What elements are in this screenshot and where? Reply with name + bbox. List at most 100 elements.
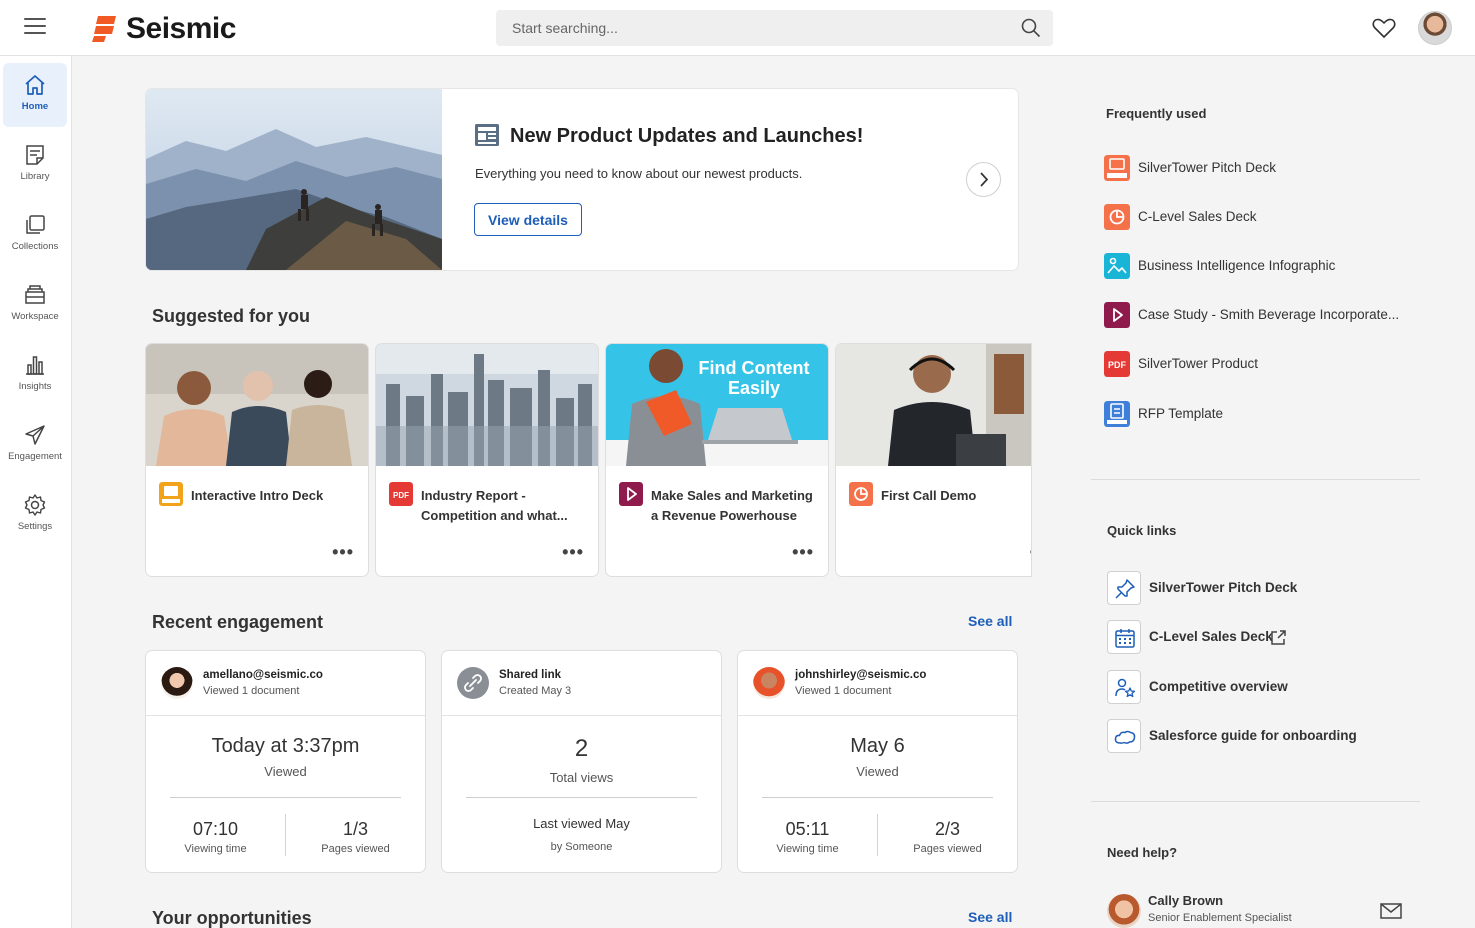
engagement-user-name: amellano@seismic.co (203, 669, 323, 681)
frequent-item[interactable]: PDF SilverTower Product (1104, 351, 1424, 377)
opportunities-title: Your opportunities (152, 908, 312, 928)
sidebar-item-workspace[interactable]: Workspace (3, 273, 67, 337)
quick-link-icon-box (1107, 571, 1141, 605)
hero-next-button[interactable] (966, 162, 1001, 197)
newspaper-icon (475, 124, 499, 146)
opportunities-see-all-link[interactable]: See all (968, 909, 1012, 925)
brand-logo[interactable]: Seismic (92, 12, 236, 46)
quick-links-title: Quick links (1107, 523, 1177, 538)
search-bar[interactable] (496, 10, 1053, 46)
mail-icon[interactable] (1380, 903, 1402, 919)
sidebar-item-insights[interactable]: Insights (3, 343, 67, 407)
more-options-icon[interactable]: ••• (562, 542, 584, 563)
user-avatar[interactable] (1418, 11, 1452, 45)
recent-engagement-title: Recent engagement (152, 612, 324, 632)
sidebar-item-label: Settings (17, 521, 53, 532)
suggested-title: Suggested for you (152, 306, 311, 326)
frequent-item-label: Business Intelligence Infographic (1138, 258, 1336, 273)
engagement-card[interactable]: amellano@seismic.co Viewed 1 document To… (146, 651, 425, 872)
sidebar-item-label: Home (21, 101, 49, 112)
frequent-item-label: RFP Template (1138, 406, 1224, 421)
frequent-item[interactable]: Case Study - Smith Beverage Incorporate.… (1104, 302, 1424, 328)
collections-icon (26, 215, 45, 234)
brand-name: Seismic (126, 12, 236, 45)
card-thumbnail-image (836, 344, 1031, 466)
insights-icon (26, 356, 44, 375)
quick-link[interactable]: C-Level Sales Deck (1107, 620, 1427, 654)
pdf-file-icon: PDF (389, 482, 413, 506)
hero-subtitle: Everything you need to know about our ne… (475, 166, 803, 181)
engagement-see-all-link[interactable]: See all (968, 613, 1012, 629)
external-link-icon[interactable] (1270, 629, 1287, 646)
avatar (753, 667, 785, 699)
video-file-icon (619, 482, 643, 506)
livedoc-file-icon (1104, 401, 1130, 427)
presentation-file-icon (849, 482, 873, 506)
engagement-big-value: 2 (574, 735, 589, 762)
frequent-item[interactable]: SilverTower Pitch Deck (1104, 155, 1424, 181)
frequently-used-title: Frequently used (1106, 106, 1207, 121)
sidebar-item-home[interactable]: Home (3, 63, 67, 127)
search-input[interactable] (496, 10, 1016, 46)
thumb-text-line-1: Find Content (699, 358, 810, 378)
more-options-icon[interactable]: ••• (332, 542, 354, 563)
engagement-meta: Viewed 1 document (203, 685, 300, 697)
quick-link[interactable]: SilverTower Pitch Deck (1107, 571, 1427, 605)
suggested-card[interactable]: First Call Demo • (836, 344, 1031, 576)
engagement-big-label: Viewed (264, 764, 307, 779)
suggested-card[interactable]: Interactive Intro Deck ••• (146, 344, 368, 576)
sidebar-nav: Home Library Collections Workspace Insig… (0, 56, 72, 928)
frequent-item[interactable]: C-Level Sales Deck (1104, 204, 1424, 230)
viewed-by-text: by Someone (550, 841, 613, 853)
search-icon[interactable] (1021, 18, 1041, 38)
quick-link[interactable]: Salesforce guide for onboarding (1107, 719, 1427, 753)
frequent-item[interactable]: Business Intelligence Infographic (1104, 253, 1424, 279)
stat-label: Viewing time (184, 843, 247, 855)
sidebar-item-library[interactable]: Library (3, 133, 67, 197)
help-contact-name: Cally Brown (1148, 893, 1224, 908)
sidebar-item-label: Insights (18, 381, 52, 392)
viewing-time-stat: 05:11 Viewing time (738, 819, 877, 855)
engagement-big-value: Today at 3:37pm (211, 735, 360, 757)
more-options-icon[interactable]: • (1030, 542, 1031, 563)
frequent-item-label: Case Study - Smith Beverage Incorporate.… (1138, 307, 1400, 322)
engagement-big-label: Viewed (856, 764, 899, 779)
pdf-file-icon: PDF (1104, 351, 1130, 377)
sidebar-item-settings[interactable]: Settings (3, 483, 67, 547)
engagement-card[interactable]: Shared link Created May 3 2 Total views … (442, 651, 721, 872)
stat-value: 1/3 (342, 819, 369, 839)
sidebar-item-label: Collections (11, 241, 59, 252)
view-details-button[interactable]: View details (474, 203, 582, 236)
engagement-meta: Viewed 1 document (795, 685, 892, 697)
engagement-card-header: johnshirley@seismic.co Viewed 1 document (738, 651, 1017, 716)
favorites-heart-icon[interactable] (1372, 17, 1396, 39)
divider (1091, 479, 1420, 480)
livedoc-file-icon (1104, 155, 1130, 181)
calendar-icon (1115, 629, 1135, 648)
more-options-icon[interactable]: ••• (792, 542, 814, 563)
frequent-item-label: SilverTower Pitch Deck (1138, 160, 1277, 175)
engagement-card[interactable]: johnshirley@seismic.co Viewed 1 document… (738, 651, 1017, 872)
sidebar-item-engagement[interactable]: Engagement (3, 413, 67, 477)
hero-title: New Product Updates and Launches! (510, 125, 864, 147)
quick-link-label: C-Level Sales Deck (1149, 629, 1273, 644)
pages-viewed-stat: 1/3 Pages viewed (286, 819, 425, 855)
frequent-item-label: SilverTower Product (1138, 356, 1259, 371)
suggested-card[interactable]: PDF Industry Report - Competition and wh… (376, 344, 598, 576)
help-contact-role: Senior Enablement Specialist (1148, 912, 1292, 924)
engagement-card-header: Shared link Created May 3 (442, 651, 721, 716)
card-title: Make Sales and Marketing a Revenue Power… (651, 488, 813, 523)
quick-link-icon-box (1107, 719, 1141, 753)
viewing-time-stat: 07:10 Viewing time (146, 819, 285, 855)
quick-link-icon-box (1107, 620, 1141, 654)
stat-value: 2/3 (934, 819, 961, 839)
sidebar-item-collections[interactable]: Collections (3, 203, 67, 267)
divider (170, 797, 401, 798)
card-title: First Call Demo (881, 488, 977, 503)
suggested-card[interactable]: Find Content Easily Make Sales and Marke… (606, 344, 828, 576)
menu-icon[interactable] (24, 18, 46, 36)
quick-link[interactable]: Competitive overview (1107, 670, 1427, 704)
quick-link-label: Salesforce guide for onboarding (1149, 728, 1357, 743)
frequent-item[interactable]: RFP Template (1104, 401, 1424, 427)
stat-value: 05:11 (785, 819, 830, 839)
